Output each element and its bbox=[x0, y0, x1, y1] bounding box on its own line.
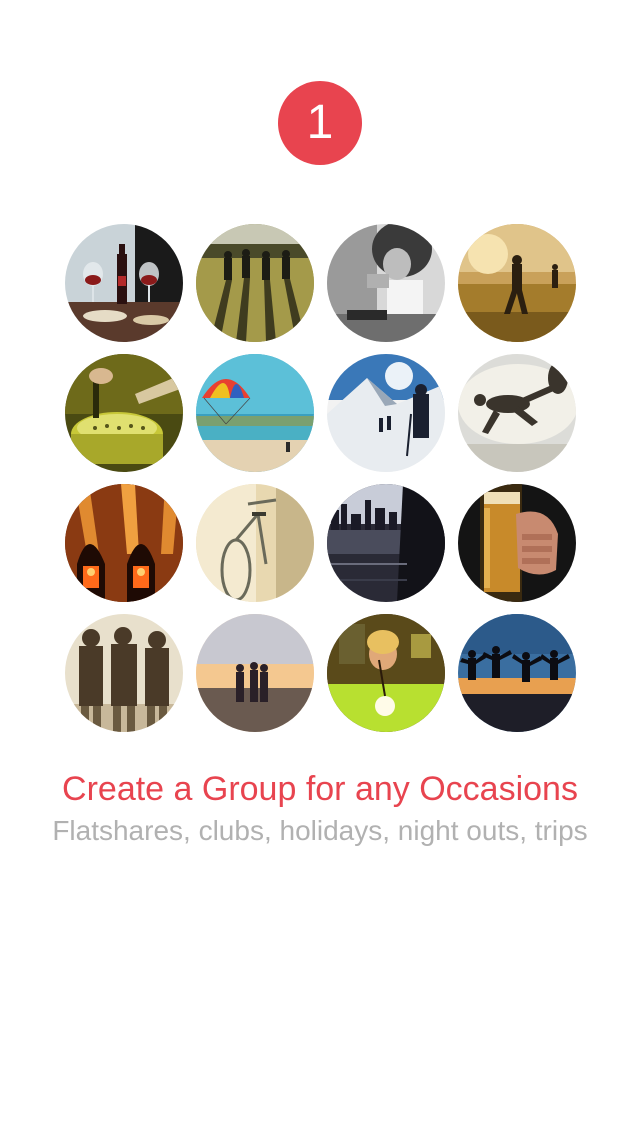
photo-sky-jump bbox=[458, 354, 576, 472]
photo-cooking-pot bbox=[65, 354, 183, 472]
photo-runners-field bbox=[196, 224, 314, 342]
photo-city-skyline bbox=[327, 484, 445, 602]
photo-wine-dinner bbox=[65, 224, 183, 342]
photo-sunset-run bbox=[458, 224, 576, 342]
step-number: 1 bbox=[306, 96, 334, 149]
photo-friends-group bbox=[65, 614, 183, 732]
photo-snow-hikers bbox=[327, 354, 445, 472]
photo-paraglider-beach bbox=[196, 354, 314, 472]
photo-beer-glass bbox=[458, 484, 576, 602]
photo-jump-silhouettes bbox=[458, 614, 576, 732]
photo-billiards bbox=[327, 614, 445, 732]
occasion-photo-grid bbox=[65, 224, 578, 732]
photo-bicycle bbox=[196, 484, 314, 602]
photo-candle-lanterns bbox=[65, 484, 183, 602]
photo-drink-cup bbox=[327, 224, 445, 342]
onboarding-subtitle: Flatshares, clubs, holidays, night outs,… bbox=[52, 815, 588, 846]
onboarding-title: Create a Group for any Occasions bbox=[62, 770, 578, 808]
step-number-badge: 1 bbox=[278, 81, 362, 165]
photo-sunset-walk bbox=[196, 614, 314, 732]
